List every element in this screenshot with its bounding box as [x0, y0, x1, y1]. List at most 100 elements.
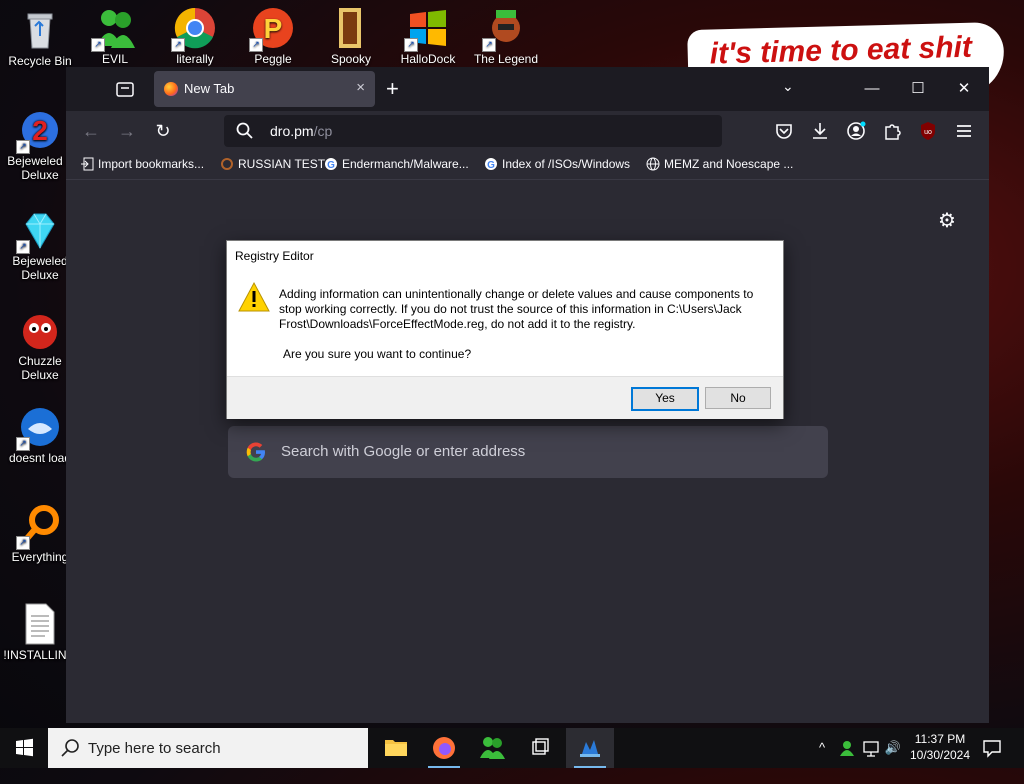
reload-button[interactable]: ↻ — [150, 119, 176, 143]
url-path: /cp — [313, 123, 333, 139]
clock-date: 10/30/2024 — [909, 748, 971, 762]
url-text: dro.pm/cp — [270, 123, 332, 139]
messenger-tray-icon[interactable] — [836, 728, 858, 768]
bookmark-endermanch[interactable]: G Endermanch/Malware... — [324, 157, 469, 171]
account-icon[interactable] — [844, 119, 868, 143]
shortcut-arrow-icon: ↗ — [482, 38, 496, 52]
bookmarks-toolbar: Import bookmarks... RUSSIAN TEST G Enderm… — [66, 151, 989, 180]
url-bar[interactable]: dro.pm/cp — [224, 115, 722, 147]
notification-center-icon[interactable] — [980, 736, 1004, 760]
desktop-icon-hallodock[interactable]: ↗ HalloDock — [393, 4, 463, 72]
network-icon[interactable] — [860, 728, 882, 768]
dialog-title: Registry Editor — [235, 249, 314, 263]
recycle-bin-icon — [18, 8, 62, 52]
taskbar: Type here to search ^ 🔊 11:37 PM 10/30/2… — [0, 728, 1024, 768]
dialog-message: Adding information can unintentionally c… — [279, 287, 754, 331]
url-host: dro.pm — [270, 123, 314, 139]
taskbar-firefox[interactable] — [420, 728, 468, 768]
tab-manager-icon[interactable] — [114, 79, 136, 99]
new-tab-search-box[interactable]: Search with Google or enter address — [228, 426, 828, 478]
desktop-icon-spooky[interactable]: Spooky — [316, 4, 386, 72]
google-logo-icon — [244, 440, 268, 464]
bejeweled-2-icon: 2 ↗ — [16, 108, 62, 154]
taskbar-task-view[interactable] — [516, 728, 564, 768]
shortcut-arrow-icon: ↗ — [16, 240, 30, 254]
clock-time: 11:37 PM — [914, 732, 966, 746]
shortcut-arrow-icon: ↗ — [404, 38, 418, 52]
pocket-icon[interactable] — [772, 119, 796, 143]
desktop-icon-label: The Legend — [473, 52, 539, 66]
folder-icon — [385, 740, 407, 756]
new-tab-settings-gear-icon[interactable]: ⚙ — [936, 210, 958, 232]
windows-logo-icon: ↗ — [404, 6, 450, 52]
task-view-icon — [532, 738, 549, 755]
shortcut-arrow-icon: ↗ — [16, 437, 30, 451]
menu-icon[interactable] — [952, 119, 976, 143]
messenger-people-icon — [480, 737, 505, 759]
tab-list-chevron-icon[interactable]: ⌄ — [782, 78, 794, 95]
extensions-icon[interactable] — [880, 119, 904, 143]
close-window-button[interactable]: ✕ — [944, 75, 984, 103]
bookmark-label: Endermanch/Malware... — [342, 157, 469, 171]
thunderbird-icon: ↗ — [16, 405, 62, 451]
warning-icon — [237, 281, 271, 313]
shortcut-arrow-icon: ↗ — [16, 536, 30, 550]
globe-icon — [646, 157, 660, 171]
text-file-icon — [18, 602, 62, 646]
dialog-button-bar: Yes No — [227, 376, 783, 419]
desktop-icon-peggle-nights[interactable]: P ↗ Peggle Nights — [238, 4, 308, 72]
show-hidden-icons-chevron[interactable]: ^ — [812, 728, 832, 768]
spooky-game-icon — [329, 6, 373, 50]
search-placeholder: Search with Google or enter address — [281, 443, 526, 460]
tab-bar: New Tab × + ⌄ — ☐ ✕ — [66, 67, 989, 111]
desktop-icon-evil-green[interactable]: ↗ EVIL GREEN — [80, 4, 150, 72]
tab-new-tab[interactable]: New Tab × — [154, 71, 375, 107]
registry-editor-dialog: Registry Editor Adding information can u… — [226, 240, 784, 419]
bookmark-memz[interactable]: MEMZ and Noescape ... — [646, 157, 793, 171]
desktop-icon-label: Recycle Bin — [8, 54, 72, 68]
bookmark-label: MEMZ and Noescape ... — [664, 157, 794, 171]
registry-editor-icon — [580, 740, 600, 757]
tab-close-icon[interactable]: × — [356, 79, 365, 96]
desktop-icon-literally[interactable]: ↗ literally — [160, 4, 230, 72]
volume-icon[interactable]: 🔊 — [882, 728, 904, 768]
taskbar-registry-editor[interactable] — [566, 728, 614, 768]
minimize-button[interactable]: — — [852, 75, 892, 103]
diamond-icon: ↗ — [16, 208, 62, 254]
download-icon[interactable] — [808, 119, 832, 143]
bookmark-label: Index of /ISOs/Windows — [502, 157, 631, 171]
desktop-icon-label: HalloDock — [400, 52, 456, 66]
forward-button[interactable]: → — [114, 119, 140, 143]
desktop-icon-label: Spooky — [330, 52, 372, 66]
dialog-question: Are you sure you want to continue? — [283, 347, 472, 361]
taskbar-file-explorer[interactable] — [372, 728, 420, 768]
start-button[interactable] — [0, 728, 48, 768]
tab-title: New Tab — [184, 81, 235, 96]
maximize-button[interactable]: ☐ — [898, 75, 938, 103]
desktop-icon-the-legend[interactable]: ↗ The Legend — [471, 4, 541, 72]
chrome-icon: ↗ — [171, 6, 217, 52]
desktop-icon-recycle-bin[interactable]: Recycle Bin — [0, 8, 80, 68]
navigation-bar: ← → ↻ dro.pm/cp uo — [66, 111, 989, 151]
taskbar-search-box[interactable]: Type here to search — [48, 728, 368, 768]
chuzzle-icon — [18, 308, 62, 352]
loading-icon — [220, 157, 234, 171]
svg-text:P: P — [264, 13, 283, 44]
svg-text:2: 2 — [32, 115, 48, 146]
taskbar-messenger[interactable] — [468, 728, 516, 768]
bookmark-russian-test[interactable]: RUSSIAN TEST — [220, 157, 325, 171]
new-tab-button[interactable]: + — [386, 76, 399, 102]
bookmark-index-isos[interactable]: G Index of /ISOs/Windows — [484, 157, 630, 171]
yes-button[interactable]: Yes — [631, 387, 699, 411]
bookmark-import[interactable]: Import bookmarks... — [80, 157, 204, 171]
shortcut-arrow-icon: ↗ — [171, 38, 185, 52]
ublock-icon[interactable]: uo — [916, 119, 940, 143]
no-button[interactable]: No — [705, 387, 771, 409]
desktop-icon-label: literally — [176, 52, 214, 66]
taskbar-clock[interactable]: 11:37 PM 10/30/2024 — [904, 731, 976, 763]
svg-text:uo: uo — [924, 129, 932, 136]
shortcut-arrow-icon: ↗ — [16, 140, 30, 154]
svg-text:G: G — [327, 160, 335, 171]
back-button[interactable]: ← — [78, 119, 104, 143]
shortcut-arrow-icon: ↗ — [91, 38, 105, 52]
